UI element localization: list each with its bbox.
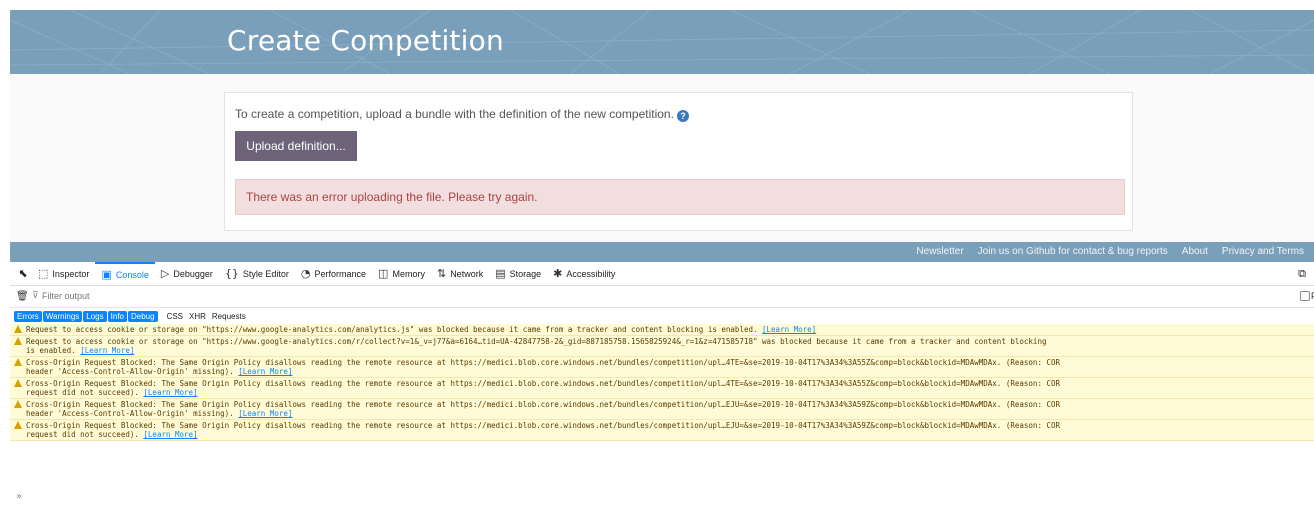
learn-more-link[interactable]: [Learn More] — [238, 409, 292, 418]
persist-logs-checkbox[interactable] — [1300, 291, 1310, 301]
tab-label: Network — [450, 268, 484, 279]
tab-label: Memory — [392, 268, 425, 279]
console-icon: ▣ — [101, 268, 112, 281]
filter-icon: ⊽ — [32, 291, 39, 301]
tab-network[interactable]: ⇅ Network — [431, 262, 489, 286]
page-banner: Create Competition — [10, 10, 1314, 74]
page-title: Create Competition — [227, 24, 504, 57]
devtools-toolbar: ⬉ ⬚ Inspector ▣ Console ▷ Debugger {} Style … — [10, 261, 1314, 286]
banner-pattern — [10, 10, 1314, 74]
network-icon: ⇅ — [436, 267, 447, 280]
element-picker-icon[interactable]: ⬉ — [14, 267, 32, 280]
warning-icon — [14, 337, 22, 345]
filter-warnings-button[interactable]: Warnings — [42, 310, 83, 322]
devtools-panel: ⬉ ⬚ Inspector ▣ Console ▷ Debugger {} Style … — [10, 261, 1314, 506]
intro-text: To create a competition, upload a bundle… — [235, 107, 689, 122]
log-level-filters: Errors Warnings Logs Info Debug CSS XHR … — [10, 308, 1314, 324]
console-warning-message: Cross-Origin Request Blocked: The Same O… — [10, 399, 1314, 420]
storage-icon: ▤ — [495, 267, 506, 280]
tab-debugger[interactable]: ▷ Debugger — [155, 262, 219, 286]
console-warning-message: Cross-Origin Request Blocked: The Same O… — [10, 357, 1314, 378]
footer-link-newsletter[interactable]: Newsletter — [916, 246, 963, 257]
learn-more-link[interactable]: [Learn More] — [80, 346, 134, 355]
learn-more-link[interactable]: [Learn More] — [238, 367, 292, 376]
filter-info-button[interactable]: Info — [107, 310, 127, 322]
tab-console[interactable]: ▣ Console — [95, 261, 155, 286]
console-messages: Request to access cookie or storage on "… — [10, 324, 1314, 441]
message-text: Cross-Origin Request Blocked: The Same O… — [26, 358, 1061, 376]
console-warning-message: Cross-Origin Request Blocked: The Same O… — [10, 420, 1314, 441]
filter-css-button[interactable]: CSS — [167, 312, 183, 321]
upload-error-alert: There was an error uploading the file. P… — [235, 179, 1125, 215]
console-warning-message: Request to access cookie or storage on "… — [10, 336, 1314, 357]
warning-icon — [14, 358, 22, 366]
tab-label: Inspector — [52, 268, 90, 279]
tab-label: Accessibility — [566, 268, 616, 279]
filter-xhr-button[interactable]: XHR — [189, 312, 206, 321]
console-warning-message: Request to access cookie or storage on "… — [10, 324, 1314, 336]
tab-storage[interactable]: ▤ Storage — [489, 262, 547, 286]
accessibility-icon: ✱ — [553, 267, 563, 280]
memory-icon: ◫ — [378, 267, 389, 280]
warning-icon — [14, 421, 22, 429]
message-text: Request to access cookie or storage on "… — [26, 337, 1047, 355]
tab-label: Console — [115, 269, 149, 280]
footer-link-about[interactable]: About — [1182, 246, 1208, 257]
tab-accessibility[interactable]: ✱ Accessibility — [547, 262, 621, 286]
clear-console-icon[interactable]: 🗑 — [16, 291, 29, 302]
learn-more-link[interactable]: [Learn More] — [762, 325, 816, 334]
footer-link-privacy[interactable]: Privacy and Terms — [1222, 246, 1304, 257]
dock-options-icon[interactable]: ⧉ — [1298, 267, 1306, 281]
message-text: Cross-Origin Request Blocked: The Same O… — [26, 400, 1061, 418]
site-footer: Newsletter Join us on Github for contact… — [10, 242, 1314, 262]
upload-definition-button[interactable]: Upload definition... — [235, 131, 357, 161]
console-filter-bar: 🗑 ⊽ Pe — [10, 286, 1314, 308]
tab-label: Style Editor — [242, 268, 289, 279]
tab-label: Debugger — [173, 268, 213, 279]
console-warning-message: Cross-Origin Request Blocked: The Same O… — [10, 378, 1314, 399]
filter-errors-button[interactable]: Errors — [14, 310, 42, 322]
performance-icon: ◔ — [300, 267, 311, 280]
filter-requests-button[interactable]: Requests — [212, 312, 246, 321]
learn-more-link[interactable]: [Learn More] — [143, 430, 197, 439]
console-input-prompt[interactable]: » — [16, 491, 22, 502]
create-competition-panel: To create a competition, upload a bundle… — [224, 92, 1133, 231]
tab-label: Performance — [314, 268, 367, 279]
tab-label: Storage — [509, 268, 542, 279]
warning-icon — [14, 379, 22, 387]
footer-link-github[interactable]: Join us on Github for contact & bug repo… — [978, 246, 1168, 257]
window-top-edge — [0, 0, 1314, 10]
warning-icon — [14, 325, 22, 333]
tab-performance[interactable]: ◔ Performance — [295, 262, 372, 286]
tab-style-editor[interactable]: {} Style Editor — [219, 262, 295, 286]
debugger-icon: ▷ — [160, 267, 170, 280]
filter-debug-button[interactable]: Debug — [127, 310, 158, 322]
footer-links: Newsletter Join us on Github for contact… — [916, 246, 1304, 257]
tab-memory[interactable]: ◫ Memory — [372, 262, 431, 286]
inspector-icon: ⬚ — [38, 267, 49, 280]
filter-logs-button[interactable]: Logs — [83, 310, 107, 322]
filter-output-input[interactable] — [42, 291, 242, 301]
intro-label: To create a competition, upload a bundle… — [235, 107, 674, 121]
learn-more-link[interactable]: [Learn More] — [143, 388, 197, 397]
tab-inspector[interactable]: ⬚ Inspector — [32, 262, 95, 286]
message-text: Request to access cookie or storage on "… — [26, 325, 763, 334]
help-icon[interactable]: ? — [676, 110, 689, 122]
style-editor-icon: {} — [224, 267, 239, 280]
warning-icon — [14, 400, 22, 408]
